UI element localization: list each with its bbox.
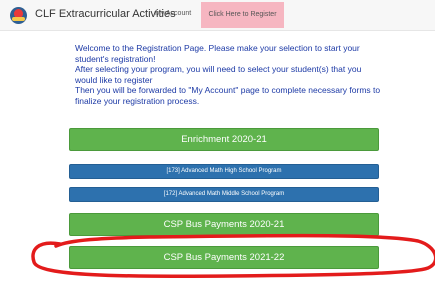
- program-button-advanced-math-high-school[interactable]: [173] Advanced Math High School Program: [69, 164, 379, 179]
- program-button-enrichment-2020-21[interactable]: Enrichment 2020-21: [69, 128, 379, 151]
- registration-instructions: Welcome to the Registration Page. Please…: [75, 43, 385, 106]
- program-button-csp-bus-payments-2021-22[interactable]: CSP Bus Payments 2021-22: [69, 246, 379, 269]
- nav-my-account-link[interactable]: My Account: [155, 10, 191, 17]
- instructions-welcome: Welcome to the Registration Page. Please…: [75, 43, 360, 64]
- nav-register-link[interactable]: Click Here to Register: [201, 2, 284, 28]
- site-logo-icon[interactable]: [10, 7, 27, 24]
- program-button-advanced-math-middle-school[interactable]: [172] Advanced Math Middle School Progra…: [69, 187, 379, 202]
- top-navigation-bar: CLF Extracurricular Activities My Accoun…: [0, 0, 435, 31]
- instructions-select-students: After selecting your program, you will n…: [75, 64, 362, 85]
- instructions-forward-account: Then you will be forwarded to "My Accoun…: [75, 85, 381, 106]
- program-button-csp-bus-payments-2020-21[interactable]: CSP Bus Payments 2020-21: [69, 213, 379, 236]
